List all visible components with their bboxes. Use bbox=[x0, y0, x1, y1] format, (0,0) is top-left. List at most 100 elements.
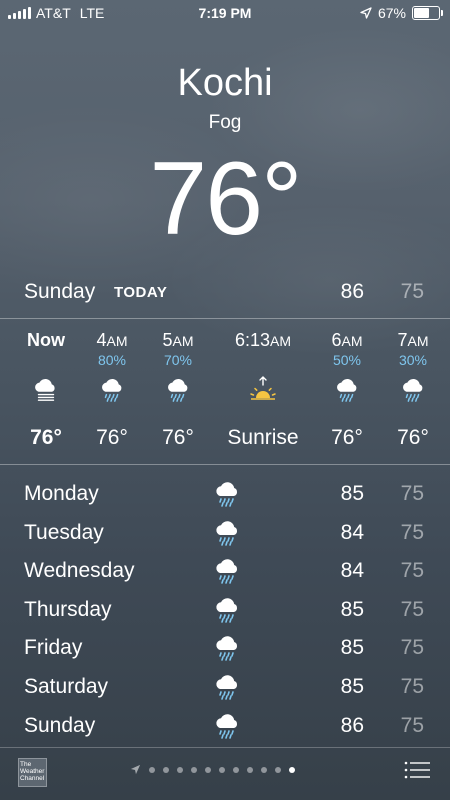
precip-chance: 70% bbox=[163, 352, 193, 368]
hourly-item: Now 76° bbox=[9, 330, 83, 450]
hour-temperature: 76° bbox=[30, 426, 62, 449]
hour-time-suffix: AM bbox=[270, 333, 292, 349]
hour-time: 4AM bbox=[75, 330, 149, 352]
hourly-item: 6:13AM Sunrise bbox=[226, 330, 300, 450]
page-dot[interactable] bbox=[149, 766, 155, 773]
today-row: Sunday TODAY 86 75 bbox=[24, 276, 424, 308]
hour-time-suffix: AM bbox=[106, 333, 128, 349]
page-indicator[interactable] bbox=[130, 764, 295, 775]
footer: The Weather Channel bbox=[0, 748, 450, 800]
divider-bottom bbox=[0, 464, 450, 465]
status-bar: AT&T LTE 7:19 PM 67% bbox=[0, 0, 450, 26]
hour-temperature: 76° bbox=[331, 426, 363, 449]
precip-chance: 50% bbox=[332, 352, 362, 368]
page-dot[interactable] bbox=[261, 766, 267, 773]
page-dot[interactable] bbox=[163, 766, 169, 773]
rain-icon bbox=[212, 632, 242, 667]
page-dot[interactable] bbox=[275, 766, 281, 773]
hour-time: 6AM bbox=[310, 330, 384, 352]
location-arrow-icon bbox=[130, 764, 141, 775]
page-dot[interactable] bbox=[233, 766, 239, 773]
day-high: 85 bbox=[340, 674, 364, 698]
day-low: 75 bbox=[400, 597, 424, 621]
hourly-item: 6AM 50% 76° bbox=[310, 330, 384, 450]
battery-fill bbox=[414, 8, 429, 18]
hour-time: Now bbox=[9, 330, 83, 352]
day-name: Sunday bbox=[24, 713, 96, 737]
hour-time-value: 7 bbox=[397, 330, 408, 350]
page-dot[interactable] bbox=[191, 766, 197, 773]
rain-icon bbox=[212, 555, 242, 590]
daily-row: Friday 85 75 bbox=[24, 632, 424, 671]
hour-time-suffix: AM bbox=[407, 333, 429, 349]
daily-row: Sunday 86 75 bbox=[24, 710, 424, 749]
day-low: 75 bbox=[400, 674, 424, 698]
daily-row: Wednesday 84 75 bbox=[24, 555, 424, 594]
page-dot[interactable] bbox=[177, 766, 183, 773]
rain-icon bbox=[310, 372, 384, 406]
precip-chance: 80% bbox=[97, 352, 127, 368]
battery-percent: 67% bbox=[377, 5, 406, 21]
hour-temperature: 76° bbox=[162, 426, 194, 449]
rain-icon bbox=[75, 372, 149, 406]
city-list-icon[interactable] bbox=[404, 760, 430, 780]
hour-time-value: 5 bbox=[162, 330, 173, 350]
today-high: 86 bbox=[340, 280, 364, 303]
page-dot[interactable] bbox=[289, 766, 295, 773]
today-label: TODAY bbox=[114, 284, 168, 301]
weather-channel-logo[interactable]: The Weather Channel bbox=[18, 758, 47, 787]
hour-time-value: 6 bbox=[331, 330, 342, 350]
daily-row: Tuesday 84 75 bbox=[24, 517, 424, 556]
day-low: 75 bbox=[400, 636, 424, 660]
status-right: 67% bbox=[360, 5, 443, 21]
precip-chance bbox=[226, 352, 300, 370]
rain-icon bbox=[212, 710, 242, 745]
day-name: Friday bbox=[24, 636, 83, 660]
day-low: 75 bbox=[400, 482, 424, 505]
day-name: Thursday bbox=[24, 597, 112, 621]
daily-row: Monday 85 75 bbox=[24, 478, 424, 517]
today-day: Sunday bbox=[24, 280, 96, 303]
hour-time-suffix: AM bbox=[172, 333, 194, 349]
page-dot[interactable] bbox=[247, 766, 253, 773]
precip-chance: 30% bbox=[398, 352, 428, 368]
hour-time: 7AM bbox=[376, 330, 450, 352]
precip-chance bbox=[9, 352, 83, 370]
hourly-item: 7AM 30% 76° bbox=[376, 330, 450, 450]
day-name: Tuesday bbox=[24, 520, 104, 544]
daily-row: Saturday 85 75 bbox=[24, 671, 424, 710]
fog-icon bbox=[9, 372, 83, 406]
battery-icon bbox=[412, 6, 443, 20]
today-low: 75 bbox=[400, 280, 424, 303]
divider-top bbox=[0, 318, 450, 319]
page-dot[interactable] bbox=[219, 766, 225, 773]
hour-time-suffix: AM bbox=[341, 333, 363, 349]
hourly-item: 4AM 80% 76° bbox=[75, 330, 149, 450]
hourly-forecast[interactable]: Now 76° 4AM 80% 76° 5AM 70% 76° 6:13AM Sunrise 6AM… bbox=[0, 330, 450, 450]
rain-icon bbox=[212, 594, 242, 629]
location-arrow-icon bbox=[360, 7, 372, 19]
day-high: 85 bbox=[340, 482, 364, 505]
hour-time-value: Now bbox=[27, 330, 65, 350]
day-name: Monday bbox=[24, 482, 99, 505]
day-low: 75 bbox=[400, 559, 424, 583]
rain-icon bbox=[212, 517, 242, 552]
daily-row: Thursday 85 75 bbox=[24, 594, 424, 633]
rain-icon bbox=[141, 372, 215, 406]
day-name: Wednesday bbox=[24, 559, 135, 583]
sunrise-icon bbox=[226, 372, 300, 406]
hour-time-value: 6:13 bbox=[234, 330, 271, 350]
current-condition: Fog bbox=[208, 112, 242, 133]
day-high: 84 bbox=[340, 520, 364, 544]
hour-time: 5AM bbox=[141, 330, 215, 352]
day-high: 86 bbox=[340, 713, 364, 737]
rain-icon bbox=[212, 478, 242, 513]
day-low: 75 bbox=[400, 713, 424, 737]
rain-icon bbox=[212, 671, 242, 706]
hour-temperature: 76° bbox=[397, 426, 429, 449]
day-low: 75 bbox=[400, 520, 424, 544]
page-dot[interactable] bbox=[205, 766, 211, 773]
hour-time: 6:13AM bbox=[226, 330, 300, 352]
daily-forecast[interactable]: Monday 85 75 Tuesday 84 75 Wednesday 84 75 Thursd… bbox=[24, 478, 424, 748]
hour-temperature: Sunrise bbox=[227, 426, 299, 449]
